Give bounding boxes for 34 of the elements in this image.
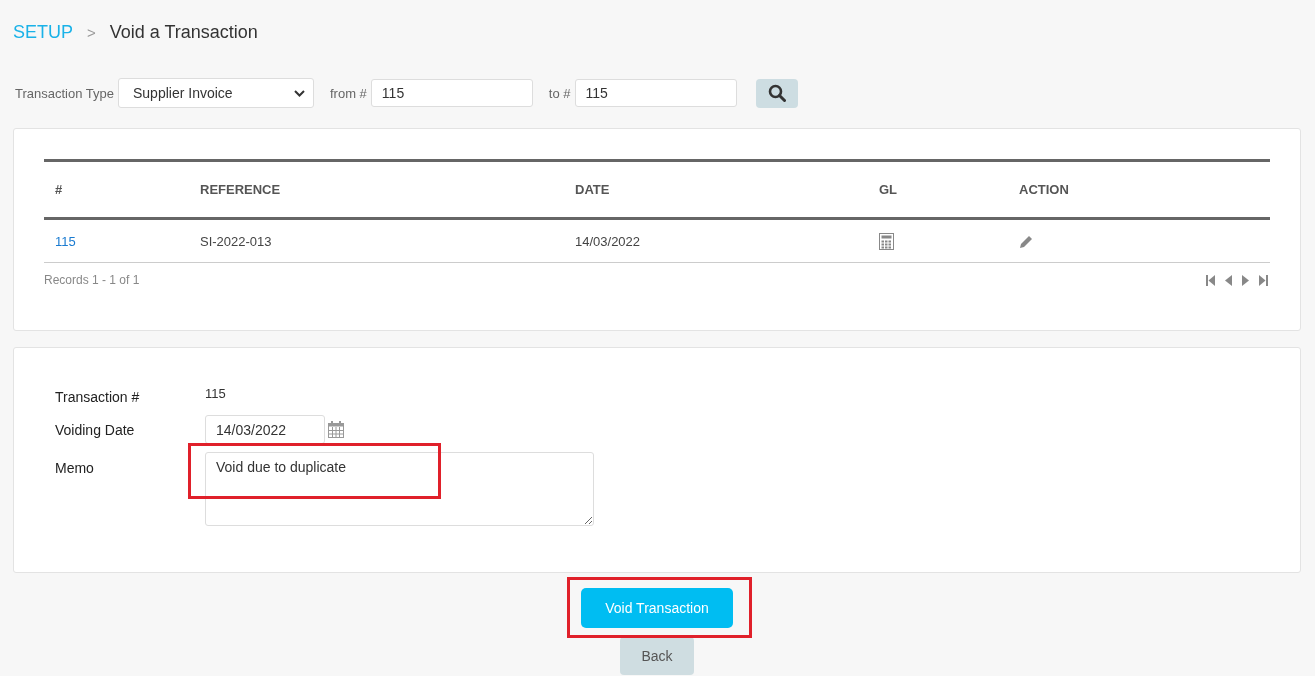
from-label: from # [330, 85, 367, 101]
transaction-type-label: Transaction Type [15, 85, 114, 101]
transaction-type-select[interactable]: Supplier Invoice [118, 78, 314, 108]
voiding-date-field[interactable]: 14/03/2022 [205, 415, 325, 444]
back-button[interactable]: Back [620, 637, 694, 675]
transaction-number-label: Transaction # [55, 388, 141, 405]
last-page-icon[interactable] [1259, 274, 1268, 286]
transaction-number-value: 115 [205, 386, 226, 403]
table-cell-text: SI-2022-013 [200, 233, 273, 249]
from-field[interactable]: 115 [370, 79, 533, 107]
breadcrumb-separator: > [87, 23, 96, 41]
column-header: DATE [575, 182, 611, 197]
pencil-icon[interactable] [1019, 233, 1034, 249]
previous-page-icon[interactable] [1225, 274, 1232, 286]
table-cell-text: 14/03/2022 [575, 233, 642, 249]
transaction-link[interactable]: 115 [44, 233, 200, 249]
next-page-icon[interactable] [1242, 274, 1249, 286]
chevron-down-icon [294, 89, 305, 97]
voiding-date-label: Voiding Date [55, 421, 136, 438]
to-field[interactable]: 115 [574, 79, 737, 107]
search-icon [767, 84, 786, 102]
calendar-icon[interactable] [328, 421, 344, 438]
calculator-icon[interactable] [879, 232, 894, 250]
column-header: # [54, 182, 64, 197]
memo-field[interactable]: Void due to duplicate [205, 452, 594, 526]
memo-label: Memo [55, 459, 95, 476]
column-header: GL [879, 182, 899, 197]
page-title: Void a Transaction [109, 21, 258, 43]
records-count: Records 1 - 1 of 1 [44, 273, 140, 287]
first-page-icon[interactable] [1206, 274, 1215, 286]
to-label: to # [548, 85, 571, 101]
column-header: REFERENCE [200, 182, 282, 197]
column-header: ACTION [1019, 182, 1070, 197]
search-button[interactable] [755, 78, 798, 108]
